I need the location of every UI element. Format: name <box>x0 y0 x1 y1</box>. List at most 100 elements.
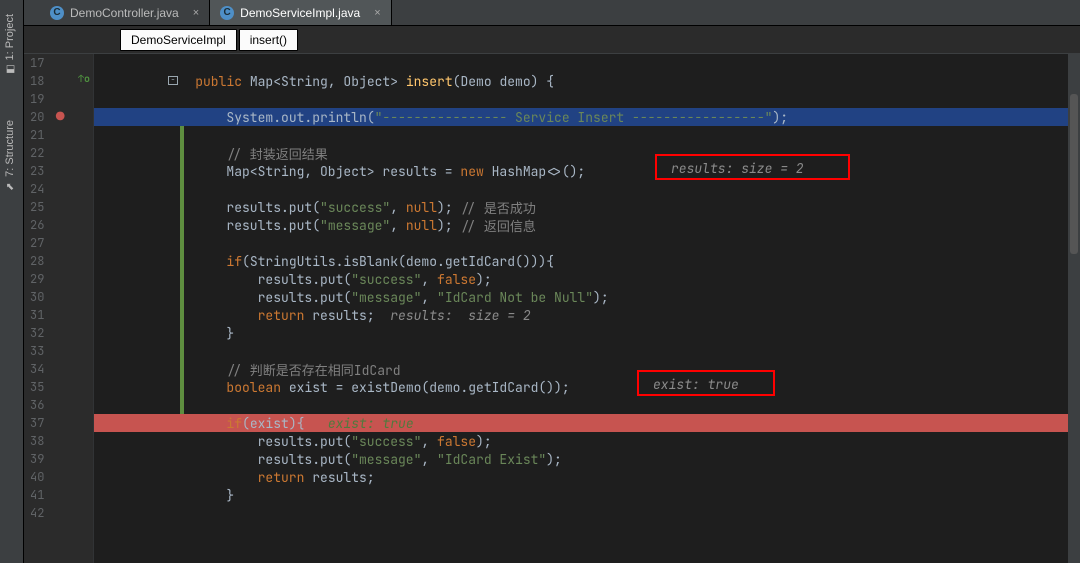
toolwindow-label: 1: Project <box>4 14 16 60</box>
breadcrumb-class[interactable]: DemoServiceImpl <box>120 29 237 51</box>
line-number: 31 <box>30 307 44 323</box>
code-line[interactable] <box>94 126 1080 144</box>
gutter-row[interactable]: 39 <box>24 450 94 468</box>
code-line[interactable]: System.out.println("---------------- Ser… <box>94 108 1080 126</box>
line-number: 33 <box>30 343 44 359</box>
close-icon[interactable]: × <box>374 7 380 19</box>
code-line[interactable] <box>94 234 1080 252</box>
code-line[interactable]: boolean exist = existDemo(demo.getIdCard… <box>94 378 1080 396</box>
gutter-row[interactable]: 35 <box>24 378 94 396</box>
line-number: 41 <box>30 487 44 503</box>
gutter-row[interactable]: 32 <box>24 324 94 342</box>
main-area: C DemoController.java × C DemoServiceImp… <box>24 0 1080 563</box>
line-number: 30 <box>30 289 44 305</box>
line-number: 42 <box>30 505 44 521</box>
line-number: 20 <box>30 109 44 125</box>
line-number: 18 <box>30 73 44 89</box>
gutter-row[interactable]: 18 <box>24 72 94 90</box>
gutter-row[interactable]: 20 <box>24 108 94 126</box>
gutter-row[interactable]: 28 <box>24 252 94 270</box>
gutter-row[interactable]: 21 <box>24 126 94 144</box>
code-line[interactable]: results.put("message", "IdCard Not be Nu… <box>94 288 1080 306</box>
code-line[interactable]: // 封装返回结果 <box>94 144 1080 162</box>
breadcrumb-method[interactable]: insert() <box>239 29 298 51</box>
toolwindow-structure[interactable]: ⬈ 7: Structure <box>0 112 20 199</box>
code-line[interactable]: results.put("success", false); <box>94 432 1080 450</box>
line-number: 28 <box>30 253 44 269</box>
code-area[interactable]: − results: size = 2 exist: true public M… <box>94 54 1080 563</box>
tab-label: DemoServiceImpl.java <box>240 6 360 20</box>
close-icon[interactable]: × <box>193 7 199 19</box>
line-number: 22 <box>30 145 44 161</box>
project-icon: ⬒ <box>5 64 15 74</box>
breadcrumbs: DemoServiceImpl insert() <box>24 26 1080 54</box>
gutter-row[interactable]: 26 <box>24 216 94 234</box>
tab-demoserviceimpl[interactable]: C DemoServiceImpl.java × <box>210 0 391 25</box>
tab-label: DemoController.java <box>70 6 179 20</box>
code-line[interactable] <box>94 504 1080 522</box>
code-line[interactable]: results.put("message", null); // 返回信息 <box>94 216 1080 234</box>
line-number: 37 <box>30 415 44 431</box>
toolwindow-project[interactable]: ⬒ 1: Project <box>0 6 20 82</box>
code-line[interactable]: } <box>94 324 1080 342</box>
code-line[interactable]: results.put("success", false); <box>94 270 1080 288</box>
editor-tabs: C DemoController.java × C DemoServiceImp… <box>24 0 1080 26</box>
line-number: 19 <box>30 91 44 107</box>
gutter-row[interactable]: 25 <box>24 198 94 216</box>
gutter-row[interactable]: 37 <box>24 414 94 432</box>
line-number: 23 <box>30 163 44 179</box>
code-line[interactable] <box>94 54 1080 72</box>
scrollbar-thumb[interactable] <box>1070 94 1078 254</box>
line-number: 39 <box>30 451 44 467</box>
gutter-row[interactable]: 40 <box>24 468 94 486</box>
code-line[interactable]: if(exist){ exist: true <box>94 414 1080 432</box>
line-number: 40 <box>30 469 44 485</box>
gutter-row[interactable]: 27 <box>24 234 94 252</box>
class-icon: C <box>50 6 64 20</box>
line-number: 32 <box>30 325 44 341</box>
line-number: 17 <box>30 55 44 71</box>
code-line[interactable] <box>94 342 1080 360</box>
tab-democontroller[interactable]: C DemoController.java × <box>40 0 210 25</box>
gutter-row[interactable]: 33 <box>24 342 94 360</box>
gutter-row[interactable]: 31 <box>24 306 94 324</box>
gutter-row[interactable]: 38 <box>24 432 94 450</box>
code-line[interactable]: return results; <box>94 468 1080 486</box>
gutter-row[interactable]: 34 <box>24 360 94 378</box>
code-line[interactable] <box>94 90 1080 108</box>
code-line[interactable]: if(StringUtils.isBlank(demo.getIdCard())… <box>94 252 1080 270</box>
code-line[interactable]: return results; results: size = 2 <box>94 306 1080 324</box>
code-line[interactable] <box>94 396 1080 414</box>
line-number: 38 <box>30 433 44 449</box>
line-number: 36 <box>30 397 44 413</box>
gutter-row[interactable]: 23 <box>24 162 94 180</box>
code-line[interactable]: Map<String, Object> results = new HashMa… <box>94 162 1080 180</box>
line-number: 25 <box>30 199 44 215</box>
class-icon: C <box>220 6 234 20</box>
gutter-row[interactable]: 29 <box>24 270 94 288</box>
gutter-row[interactable]: 17 <box>24 54 94 72</box>
code-editor[interactable]: ↑o ● 17181920212223242526272829303132333… <box>24 54 1080 563</box>
gutter-row[interactable]: 24 <box>24 180 94 198</box>
gutter-row[interactable]: 19 <box>24 90 94 108</box>
code-line[interactable]: } <box>94 486 1080 504</box>
structure-icon: ⬈ <box>5 181 15 191</box>
code-line[interactable]: public Map<String, Object> insert(Demo d… <box>94 72 1080 90</box>
gutter-row[interactable]: 22 <box>24 144 94 162</box>
gutter-row[interactable]: 30 <box>24 288 94 306</box>
code-line[interactable]: results.put("message", "IdCard Exist"); <box>94 450 1080 468</box>
gutter-row[interactable]: 42 <box>24 504 94 522</box>
line-number: 29 <box>30 271 44 287</box>
vertical-scrollbar[interactable] <box>1068 54 1080 563</box>
line-number: 27 <box>30 235 44 251</box>
code-line[interactable] <box>94 180 1080 198</box>
gutter-row[interactable]: 41 <box>24 486 94 504</box>
code-line[interactable]: results.put("success", null); // 是否成功 <box>94 198 1080 216</box>
tool-window-bar: ⬒ 1: Project ⬈ 7: Structure <box>0 0 24 563</box>
gutter-row[interactable]: 36 <box>24 396 94 414</box>
line-number: 34 <box>30 361 44 377</box>
line-number: 24 <box>30 181 44 197</box>
editor-gutter[interactable]: ↑o ● 17181920212223242526272829303132333… <box>24 54 94 563</box>
code-line[interactable]: // 判断是否存在相同IdCard <box>94 360 1080 378</box>
toolwindow-label: 7: Structure <box>4 120 16 177</box>
